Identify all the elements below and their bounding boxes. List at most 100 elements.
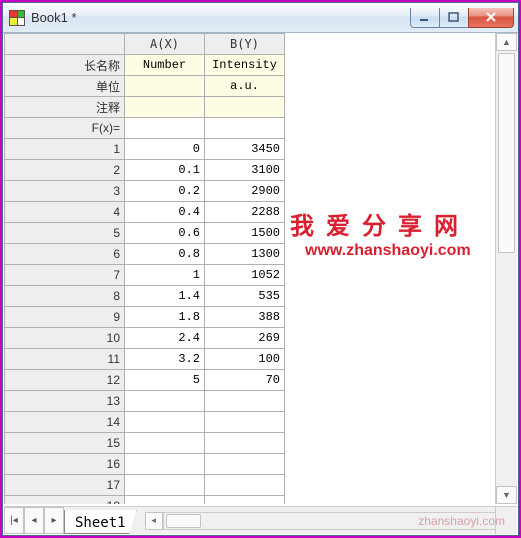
table-row: 18 [5,496,285,505]
row-label-fx[interactable]: F(x)= [5,118,125,139]
cell-a[interactable]: 1.8 [125,307,205,328]
table-row: 102.4269 [5,328,285,349]
cell-a[interactable] [125,412,205,433]
table-row: 113.2100 [5,349,285,370]
table-row: 12570 [5,370,285,391]
row-header[interactable]: 11 [5,349,125,370]
cell-a[interactable]: 0 [125,139,205,160]
cell-b[interactable]: 1300 [205,244,285,265]
cell-a[interactable]: 1.4 [125,286,205,307]
row-header[interactable]: 8 [5,286,125,307]
cell-a[interactable]: 0.2 [125,181,205,202]
client-area: A(X) B(Y) 长名称 Number Intensity 单位 a.u. 注… [4,33,517,534]
worksheet-grid[interactable]: A(X) B(Y) 长名称 Number Intensity 单位 a.u. 注… [4,33,493,504]
cell-a[interactable] [125,454,205,475]
cell-b[interactable] [205,496,285,505]
cell-b[interactable]: 388 [205,307,285,328]
cell-b[interactable]: 1500 [205,223,285,244]
horizontal-scrollbar[interactable]: ◂ ▸ [145,507,517,534]
row-header[interactable]: 9 [5,307,125,328]
scroll-up-button[interactable]: ▲ [496,33,517,51]
close-button[interactable] [468,8,514,28]
sheet-nav-next[interactable]: ▸ [44,507,64,534]
row-header[interactable]: 2 [5,160,125,181]
comments-a[interactable] [125,97,205,118]
row-header[interactable]: 6 [5,244,125,265]
row-header[interactable]: 18 [5,496,125,505]
sheet-tab[interactable]: Sheet1 [64,510,137,534]
cell-b[interactable]: 269 [205,328,285,349]
hscroll-track[interactable] [163,512,499,530]
maximize-button[interactable] [439,8,469,28]
cell-b[interactable] [205,391,285,412]
row-header[interactable]: 7 [5,265,125,286]
cell-a[interactable] [125,475,205,496]
corner-header[interactable] [5,34,125,55]
cell-b[interactable]: 1052 [205,265,285,286]
scroll-down-button[interactable]: ▼ [496,486,517,504]
titlebar[interactable]: Book1 * [3,3,518,33]
cell-b[interactable]: 3100 [205,160,285,181]
row-header[interactable]: 3 [5,181,125,202]
cell-b[interactable]: 3450 [205,139,285,160]
cell-b[interactable]: 70 [205,370,285,391]
row-header[interactable]: 10 [5,328,125,349]
cell-b[interactable] [205,433,285,454]
row-label-units[interactable]: 单位 [5,76,125,97]
fx-a[interactable] [125,118,205,139]
cell-a[interactable]: 3.2 [125,349,205,370]
table-row: 17 [5,475,285,496]
fx-b[interactable] [205,118,285,139]
cell-a[interactable]: 1 [125,265,205,286]
row-header[interactable]: 4 [5,202,125,223]
cell-a[interactable]: 0.4 [125,202,205,223]
workbook-window: Book1 * A(X) B(Y) 长名称 Number Intensity [2,2,519,536]
cell-b[interactable]: 535 [205,286,285,307]
table-row: 20.13100 [5,160,285,181]
cell-a[interactable]: 0.1 [125,160,205,181]
scroll-corner [495,506,517,534]
row-header[interactable]: 15 [5,433,125,454]
vscroll-thumb[interactable] [498,53,515,253]
row-header[interactable]: 16 [5,454,125,475]
units-a[interactable] [125,76,205,97]
column-header-b[interactable]: B(Y) [205,34,285,55]
cell-b[interactable]: 100 [205,349,285,370]
scroll-left-button[interactable]: ◂ [145,512,163,530]
hscroll-thumb[interactable] [166,514,201,528]
cell-a[interactable]: 2.4 [125,328,205,349]
cell-a[interactable] [125,496,205,505]
comments-b[interactable] [205,97,285,118]
row-header[interactable]: 12 [5,370,125,391]
table-row: 40.42288 [5,202,285,223]
sheet-nav-prev[interactable]: ◂ [24,507,44,534]
row-header[interactable]: 14 [5,412,125,433]
row-header[interactable]: 1 [5,139,125,160]
table-row: 711052 [5,265,285,286]
cell-b[interactable] [205,454,285,475]
row-header[interactable]: 5 [5,223,125,244]
cell-a[interactable] [125,391,205,412]
sheet-nav-first[interactable]: |◂ [4,507,24,534]
cell-a[interactable]: 0.6 [125,223,205,244]
vertical-scrollbar[interactable]: ▲ ▼ [495,33,517,504]
row-header[interactable]: 13 [5,391,125,412]
row-header[interactable]: 17 [5,475,125,496]
cell-a[interactable] [125,433,205,454]
units-b[interactable]: a.u. [205,76,285,97]
cell-b[interactable] [205,412,285,433]
column-header-a[interactable]: A(X) [125,34,205,55]
longname-b[interactable]: Intensity [205,55,285,76]
row-label-comments[interactable]: 注释 [5,97,125,118]
table-row: 30.22900 [5,181,285,202]
row-label-longname[interactable]: 长名称 [5,55,125,76]
cell-b[interactable]: 2288 [205,202,285,223]
cell-b[interactable] [205,475,285,496]
cell-a[interactable]: 0.8 [125,244,205,265]
cell-b[interactable]: 2900 [205,181,285,202]
minimize-button[interactable] [410,8,440,28]
cell-a[interactable]: 5 [125,370,205,391]
longname-a[interactable]: Number [125,55,205,76]
table-row: 91.8388 [5,307,285,328]
window-buttons [411,8,514,28]
